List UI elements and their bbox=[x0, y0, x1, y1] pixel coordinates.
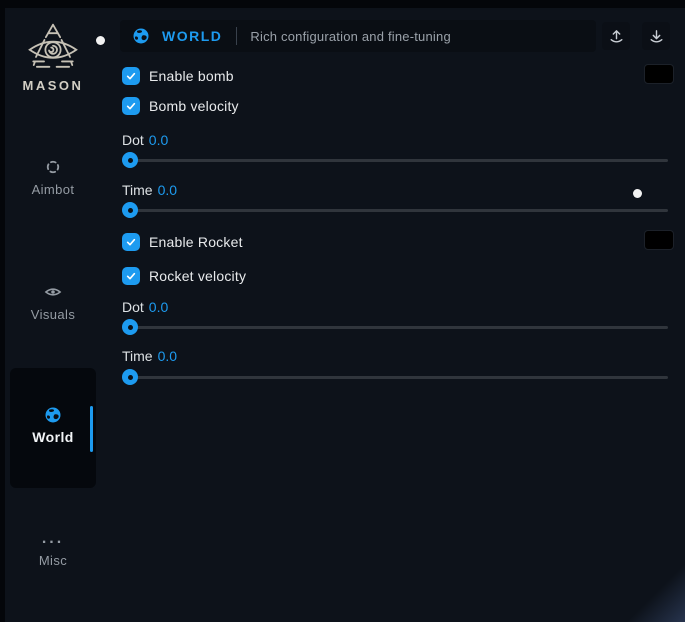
download-icon bbox=[648, 28, 665, 45]
sidebar-item-misc[interactable]: ... Misc bbox=[5, 534, 101, 570]
check-icon bbox=[125, 270, 137, 282]
sidebar-item-label: Misc bbox=[39, 553, 67, 568]
rocket-dot-slider[interactable] bbox=[122, 326, 668, 329]
page-subtitle: Rich configuration and fine-tuning bbox=[250, 29, 450, 44]
sidebar-item-label: Visuals bbox=[31, 307, 75, 322]
header-divider bbox=[236, 27, 237, 45]
sidebar-item-label: World bbox=[32, 429, 73, 445]
slider-label-bomb-time: Time 0.0 bbox=[122, 182, 177, 198]
main-content: WORLD Rich configuration and fine-tuning… bbox=[120, 20, 668, 610]
sidebar-item-aimbot[interactable]: Aimbot bbox=[5, 158, 101, 199]
rocket-time-slider[interactable] bbox=[122, 376, 668, 379]
rocket-color-swatch[interactable] bbox=[644, 230, 674, 250]
crosshair-icon bbox=[44, 158, 62, 176]
upload-icon bbox=[608, 28, 625, 45]
download-config-button[interactable] bbox=[642, 22, 670, 50]
slider-name: Time bbox=[122, 182, 153, 198]
slider-value: 0.0 bbox=[149, 132, 168, 148]
slider-value: 0.0 bbox=[158, 182, 177, 198]
slider-label-rocket-time: Time 0.0 bbox=[122, 348, 177, 364]
upload-config-button[interactable] bbox=[602, 22, 630, 50]
slider-label-bomb-dot: Dot 0.0 bbox=[122, 132, 168, 148]
checkbox-row-bomb-velocity: Bomb velocity bbox=[122, 96, 239, 116]
slider-name: Time bbox=[122, 348, 153, 364]
checkbox-label: Enable Rocket bbox=[149, 234, 243, 250]
mason-app-window: MASON Aimbot Visuals Wo bbox=[5, 8, 685, 622]
check-icon bbox=[125, 236, 137, 248]
checkbox-row-enable-rocket: Enable Rocket bbox=[122, 232, 243, 252]
checkbox-label: Rocket velocity bbox=[149, 268, 246, 284]
sidebar-item-label: Aimbot bbox=[32, 182, 75, 197]
globe-icon bbox=[132, 27, 150, 45]
checkbox-row-enable-bomb: Enable bomb bbox=[122, 66, 234, 86]
page-header: WORLD Rich configuration and fine-tuning bbox=[120, 20, 596, 52]
checkbox-label: Bomb velocity bbox=[149, 98, 239, 114]
checkbox-label: Enable bomb bbox=[149, 68, 234, 84]
bomb-time-slider[interactable] bbox=[122, 209, 668, 212]
selected-indicator-bar bbox=[90, 406, 93, 452]
bomb-dot-slider[interactable] bbox=[122, 159, 668, 162]
slider-thumb[interactable] bbox=[122, 369, 138, 385]
sidebar-item-visuals[interactable]: Visuals bbox=[5, 283, 101, 324]
checkbox-row-rocket-velocity: Rocket velocity bbox=[122, 266, 246, 286]
globe-icon bbox=[44, 406, 62, 424]
bomb-velocity-checkbox[interactable] bbox=[122, 97, 140, 115]
logo-text: MASON bbox=[5, 78, 101, 93]
eye-icon bbox=[44, 283, 62, 301]
slider-thumb[interactable] bbox=[122, 152, 138, 168]
slider-thumb[interactable] bbox=[122, 202, 138, 218]
page-title: WORLD bbox=[162, 28, 222, 44]
ellipsis-icon: ... bbox=[5, 534, 101, 544]
slider-name: Dot bbox=[122, 299, 144, 315]
enable-rocket-checkbox[interactable] bbox=[122, 233, 140, 251]
sidebar-item-world[interactable]: World bbox=[10, 406, 96, 447]
slider-label-rocket-dot: Dot 0.0 bbox=[122, 299, 168, 315]
check-icon bbox=[125, 100, 137, 112]
bomb-color-swatch[interactable] bbox=[644, 64, 674, 84]
slider-value: 0.0 bbox=[149, 299, 168, 315]
slider-value: 0.0 bbox=[158, 348, 177, 364]
slider-name: Dot bbox=[122, 132, 144, 148]
rocket-velocity-checkbox[interactable] bbox=[122, 267, 140, 285]
masonic-eye-logo-icon bbox=[24, 22, 82, 74]
sidebar-item-world-selected[interactable]: World bbox=[10, 368, 96, 488]
enable-bomb-checkbox[interactable] bbox=[122, 67, 140, 85]
mason-logo: MASON bbox=[5, 22, 101, 93]
check-icon bbox=[125, 70, 137, 82]
slider-thumb[interactable] bbox=[122, 319, 138, 335]
sidebar: MASON Aimbot Visuals Wo bbox=[5, 8, 115, 622]
